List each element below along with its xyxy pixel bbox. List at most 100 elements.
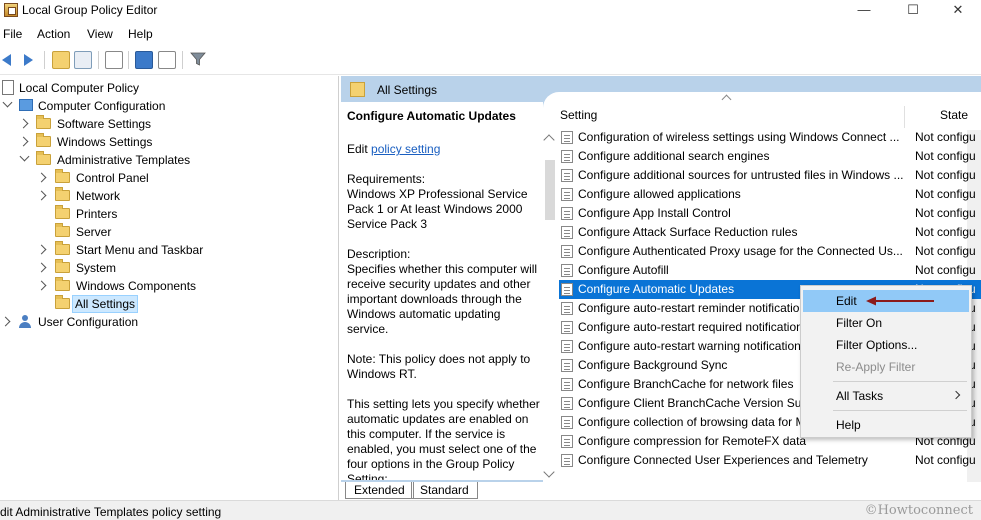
list-item[interactable]: Configure Attack Surface Reduction rules… [559, 223, 981, 242]
policy-icon [561, 264, 573, 277]
menu-action[interactable]: Action [37, 27, 70, 41]
title-bar: Local Group Policy Editor — ☐ ✕ [0, 0, 981, 22]
list-item[interactable]: Configure additional sources for untrust… [559, 166, 981, 185]
tab-extended[interactable]: Extended [345, 482, 414, 499]
column-header-setting[interactable]: Setting [560, 108, 597, 126]
user-icon [18, 315, 32, 328]
tree-item-administrative-templates[interactable]: Administrative Templates [0, 151, 330, 169]
row-state: Not configured [915, 149, 975, 163]
menu-file[interactable]: File [3, 27, 22, 41]
policy-icon [561, 321, 573, 334]
scroll-thumb[interactable] [545, 160, 555, 220]
filter-icon[interactable] [190, 51, 208, 69]
menu-item-label: Re-Apply Filter [836, 360, 916, 374]
tree-item-start-menu[interactable]: Start Menu and Taskbar [0, 241, 330, 259]
tab-standard[interactable]: Standard [411, 482, 478, 499]
chevron-right-icon[interactable] [18, 136, 29, 147]
tree-item-local-computer-policy[interactable]: Local Computer Policy [0, 79, 330, 97]
note-text: Note: This policy does not apply to Wind… [347, 352, 531, 381]
chevron-right-icon[interactable] [36, 262, 47, 273]
menu-item-help[interactable]: Help [803, 414, 969, 436]
folder-icon [55, 277, 70, 291]
chevron-down-icon[interactable] [19, 151, 30, 162]
close-button[interactable]: ✕ [935, 0, 981, 22]
row-name: Configure additional sources for untrust… [578, 168, 904, 182]
tree-label: Windows Settings [57, 135, 153, 149]
status-bar: dit Administrative Templates policy sett… [0, 500, 981, 520]
chevron-right-icon[interactable] [36, 280, 47, 291]
list-item[interactable]: Configuration of wireless settings using… [559, 128, 981, 147]
row-state: Not configured [915, 263, 975, 277]
window-title: Local Group Policy Editor [22, 3, 158, 17]
help-icon[interactable] [135, 51, 153, 69]
list-item[interactable]: Configure allowed applications Not config… [559, 185, 981, 204]
chevron-down-icon[interactable] [2, 97, 13, 108]
menu-item-filter-options[interactable]: Filter Options... [803, 334, 969, 356]
chevron-right-icon[interactable] [18, 118, 29, 129]
chevron-right-icon[interactable] [36, 190, 47, 201]
folder-icon [55, 187, 70, 201]
menu-item-label: Filter Options... [836, 338, 918, 352]
row-state: Not configured [915, 225, 975, 239]
row-state: Not configured [915, 206, 975, 220]
menu-item-filter-on[interactable]: Filter On [803, 312, 969, 334]
chevron-right-icon[interactable] [36, 244, 47, 255]
menu-item-all-tasks[interactable]: All Tasks [803, 385, 969, 407]
tree-item-windows-components[interactable]: Windows Components [0, 277, 330, 295]
list-item[interactable]: Configure additional search engines Not c… [559, 147, 981, 166]
row-state: Not configured [915, 244, 975, 258]
menu-separator [833, 381, 967, 382]
scroll-down-icon[interactable] [543, 466, 555, 478]
toolbar [0, 45, 981, 75]
tree-label: Computer Configuration [38, 99, 166, 113]
export-list-icon[interactable] [105, 51, 123, 69]
menu-separator [833, 410, 967, 411]
tree-label: All Settings [72, 295, 139, 313]
tree-item-system[interactable]: System [0, 259, 330, 277]
properties-icon[interactable] [158, 51, 176, 69]
tree-label: Control Panel [76, 171, 149, 185]
tree-item-windows-settings[interactable]: Windows Settings [0, 133, 330, 151]
row-name: Configure additional search engines [578, 149, 770, 163]
maximize-button[interactable]: ☐ [890, 0, 936, 22]
vertical-scrollbar[interactable] [543, 130, 557, 482]
column-separator[interactable] [904, 106, 905, 128]
status-text: dit Administrative Templates policy sett… [0, 505, 222, 519]
list-item[interactable]: Configure Authenticated Proxy usage for … [559, 242, 981, 261]
tree-item-control-panel[interactable]: Control Panel [0, 169, 330, 187]
requirements-label: Requirements: [347, 172, 426, 186]
tree-item-network[interactable]: Network [0, 187, 330, 205]
back-arrow-icon[interactable] [0, 51, 18, 69]
menu-view[interactable]: View [87, 27, 113, 41]
description-text: Specifies whether this computer will rec… [347, 262, 538, 336]
tree-item-printers[interactable]: Printers [0, 205, 330, 223]
policy-setting-link[interactable]: policy setting [371, 142, 440, 156]
list-item[interactable]: Configure App Install Control Not configu… [559, 204, 981, 223]
list-item[interactable]: Configure Autofill Not configured [559, 261, 981, 280]
show-hide-tree-icon[interactable] [74, 51, 92, 69]
list-item[interactable]: Configure Connected User Experiences and… [559, 451, 981, 470]
tree-item-computer-configuration[interactable]: Computer Configuration [0, 97, 330, 115]
scroll-up-icon[interactable] [543, 134, 555, 146]
chevron-right-icon[interactable] [36, 172, 47, 183]
menu-help[interactable]: Help [128, 27, 153, 41]
up-folder-icon[interactable] [52, 51, 70, 69]
policy-icon [561, 435, 573, 448]
tree-item-software-settings[interactable]: Software Settings [0, 115, 330, 133]
all-settings-icon [55, 295, 70, 309]
forward-arrow-icon[interactable] [18, 51, 36, 69]
policy-icon [561, 454, 573, 467]
menu-item-label: All Tasks [836, 389, 884, 403]
more-text: This setting lets you specify whether au… [347, 397, 540, 480]
tree-item-server[interactable]: Server [0, 223, 330, 241]
menu-item-reapply-filter[interactable]: Re-Apply Filter [803, 356, 969, 378]
tree-item-all-settings[interactable]: All Settings [0, 295, 330, 313]
row-name: Configure Attack Surface Reduction rules [578, 225, 798, 239]
tree-pane: Local Computer Policy Computer Configura… [0, 76, 339, 500]
tree-item-user-configuration[interactable]: User Configuration [0, 313, 330, 331]
column-header-state[interactable]: State [940, 108, 968, 126]
minimize-button[interactable]: — [841, 0, 887, 22]
menu-bar: File Action View Help [0, 23, 981, 45]
chevron-right-icon[interactable] [0, 316, 11, 327]
folder-icon [36, 133, 51, 147]
